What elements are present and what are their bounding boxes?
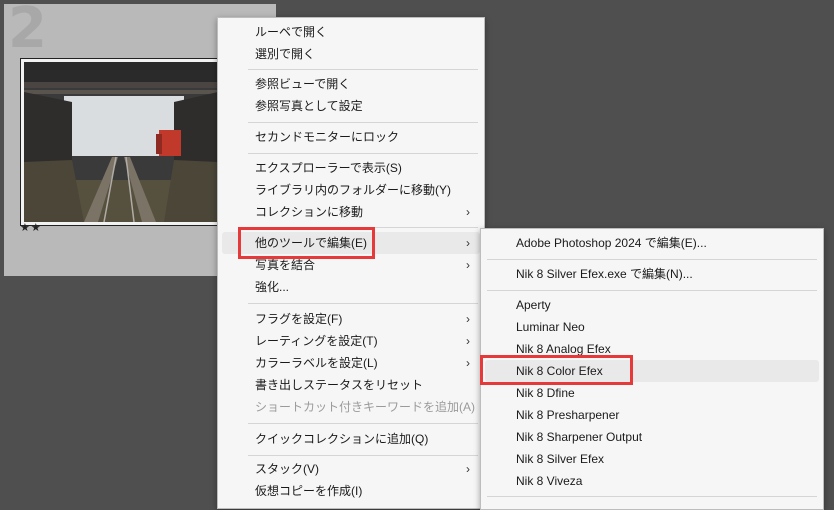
menu-item-label: クイックコレクションに追加(Q) <box>255 432 429 446</box>
menu-item-label: ルーペで開く <box>255 25 328 39</box>
rating-stars[interactable]: ★★ <box>20 221 42 234</box>
submenu-item-label: Nik 8 Viveza <box>516 474 583 488</box>
highlight-box-edit-in <box>238 227 375 259</box>
menu-item-add-to-quick-collection[interactable]: クイックコレクションに追加(Q) <box>218 428 484 450</box>
submenu-item-label: Nik 8 Dfine <box>516 386 575 400</box>
menu-item-enhance[interactable]: 強化... <box>218 276 484 298</box>
photo-thumbnail-frame[interactable] <box>20 58 222 226</box>
submenu-item-label: Nik 8 Presharpener <box>516 408 620 422</box>
chevron-right-icon: › <box>466 205 470 219</box>
submenu-item-label: Nik 8 Sharpener Output <box>516 430 643 444</box>
menu-item-set-rating[interactable]: レーティングを設定(T) › <box>218 330 484 352</box>
submenu-item-label: Nik 8 Silver Efex <box>516 452 605 466</box>
menu-separator <box>248 122 478 123</box>
chevron-right-icon: › <box>466 236 470 250</box>
submenu-item-sharpener-output[interactable]: Nik 8 Sharpener Output <box>481 426 823 448</box>
menu-item-label: スタック(V) <box>255 462 319 476</box>
context-menu: ルーペで開く 選別で開く 参照ビューで開く 参照写真として設定 セカンドモニター… <box>217 17 485 509</box>
submenu-item-luminar-neo[interactable]: Luminar Neo <box>481 316 823 338</box>
menu-item-go-to-folder[interactable]: ライブラリ内のフォルダーに移動(Y) <box>218 179 484 201</box>
submenu-item-aperty[interactable]: Aperty <box>481 294 823 316</box>
chevron-right-icon: › <box>466 462 470 476</box>
menu-item-label: 参照写真として設定 <box>255 99 363 113</box>
menu-separator <box>248 455 478 456</box>
chevron-right-icon: › <box>466 334 470 348</box>
menu-item-set-color-label[interactable]: カラーラベルを設定(L) › <box>218 352 484 374</box>
chevron-right-icon: › <box>466 258 470 272</box>
menu-item-label: コレクションに移動 <box>255 205 364 219</box>
menu-item-label: ショートカット付きキーワードを追加(A) <box>255 400 475 414</box>
menu-item-label: エクスプローラーで表示(S) <box>255 161 402 175</box>
submenu-item-silver-efex[interactable]: Nik 8 Silver Efex <box>481 448 823 470</box>
menu-separator <box>248 303 478 304</box>
submenu-item-presharpener[interactable]: Nik 8 Presharpener <box>481 404 823 426</box>
submenu-item-dfine[interactable]: Nik 8 Dfine <box>481 382 823 404</box>
highlight-box-color-efex <box>480 355 633 385</box>
menu-item-set-reference-photo[interactable]: 参照写真として設定 <box>218 95 484 117</box>
menu-separator <box>487 496 817 497</box>
photo-thumbnail[interactable] <box>24 62 218 222</box>
menu-item-lock-second-monitor[interactable]: セカンドモニターにロック <box>218 126 484 148</box>
submenu-item-label: Aperty <box>516 298 551 312</box>
menu-item-add-shortcut-keyword: ショートカット付きキーワードを追加(A) <box>218 396 484 418</box>
menu-item-label: 書き出しステータスをリセット <box>255 378 424 392</box>
menu-item-open-loupe[interactable]: ルーペで開く <box>218 21 484 43</box>
menu-item-label: 参照ビューで開く <box>255 77 351 91</box>
menu-separator <box>487 290 817 291</box>
menu-item-label: 選別で開く <box>255 47 316 61</box>
submenu-item-photoshop[interactable]: Adobe Photoshop 2024 で編集(E)... <box>481 232 823 254</box>
submenu-item-label: Nik 8 Silver Efex.exe で編集(N)... <box>516 267 693 281</box>
menu-separator <box>248 423 478 424</box>
chevron-right-icon: › <box>466 356 470 370</box>
menu-item-label: レーティングを設定(T) <box>255 334 378 348</box>
submenu-item-label: Luminar Neo <box>516 320 585 334</box>
menu-item-label: セカンドモニターにロック <box>255 130 400 144</box>
menu-item-open-reference-view[interactable]: 参照ビューで開く <box>218 73 484 95</box>
submenu-item-viveza[interactable]: Nik 8 Viveza <box>481 470 823 492</box>
menu-separator <box>487 259 817 260</box>
menu-item-label: ライブラリ内のフォルダーに移動(Y) <box>255 183 451 197</box>
submenu-item-label: Adobe Photoshop 2024 で編集(E)... <box>516 236 707 250</box>
menu-item-go-to-collection[interactable]: コレクションに移動 › <box>218 201 484 223</box>
menu-item-reset-export-status[interactable]: 書き出しステータスをリセット <box>218 374 484 396</box>
cell-index-number: 2 <box>8 0 47 61</box>
menu-item-label: カラーラベルを設定(L) <box>255 356 378 370</box>
menu-item-label: フラグを設定(F) <box>255 312 343 326</box>
menu-item-show-in-explorer[interactable]: エクスプローラーで表示(S) <box>218 157 484 179</box>
menu-item-label: 強化... <box>255 280 290 294</box>
menu-item-open-survey[interactable]: 選別で開く <box>218 43 484 65</box>
chevron-right-icon: › <box>466 312 470 326</box>
submenu-item-silver-efex-exe[interactable]: Nik 8 Silver Efex.exe で編集(N)... <box>481 263 823 285</box>
menu-separator <box>248 153 478 154</box>
menu-separator <box>248 69 478 70</box>
menu-item-stacking[interactable]: スタック(V) › <box>218 458 484 480</box>
menu-item-set-flag[interactable]: フラグを設定(F) › <box>218 308 484 330</box>
